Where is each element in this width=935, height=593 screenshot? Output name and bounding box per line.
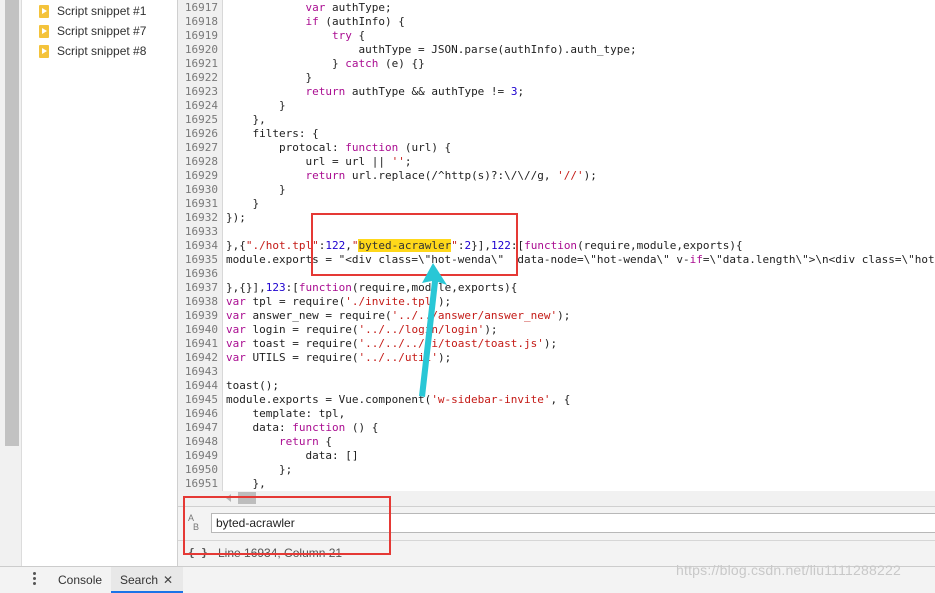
annotation-arrow-shape bbox=[419, 263, 447, 397]
annotation-arrow bbox=[419, 263, 447, 397]
